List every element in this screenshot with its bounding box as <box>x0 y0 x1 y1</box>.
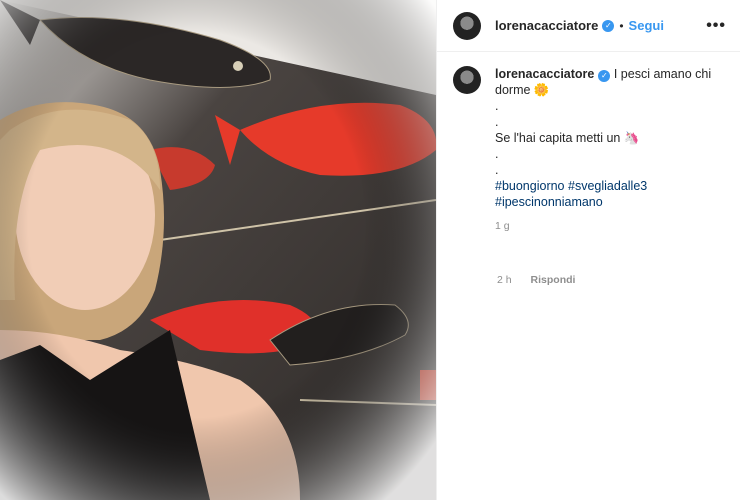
avatar[interactable] <box>453 11 481 40</box>
photo-illustration <box>0 0 436 500</box>
caption-avatar[interactable] <box>453 66 481 94</box>
verified-badge-icon: ✓ <box>598 70 611 82</box>
hashtag-ipescinonniamano[interactable]: #ipescinonniamano <box>495 195 603 209</box>
post-photo[interactable] <box>0 0 436 500</box>
follow-button[interactable]: Segui <box>629 18 664 33</box>
verified-badge-icon: ✓ <box>602 19 615 32</box>
instagram-post: lorenacacciatore ✓ • Segui ••• lorenacac… <box>0 0 740 500</box>
caption-username[interactable]: lorenacacciatore <box>495 67 594 81</box>
post-sidebar: lorenacacciatore ✓ • Segui ••• lorenacac… <box>436 0 740 500</box>
caption-text-2: dorme <box>495 83 531 97</box>
hashtag-svegliadalle3[interactable]: #svegliadalle3 <box>568 179 647 193</box>
separator-dot: • <box>619 18 624 33</box>
caption-text-3: Se l'hai capita metti un <box>495 131 621 145</box>
flower-emoji: 🌼 <box>533 83 550 97</box>
comment-timestamp: 2 h <box>497 274 512 286</box>
comment-actions: 2 h Rispondi <box>497 274 591 286</box>
caption-dot-2: . <box>495 115 499 129</box>
caption-dot-3: . <box>495 147 499 161</box>
reply-button[interactable]: Rispondi <box>531 274 576 286</box>
unicorn-emoji: 🦄 <box>623 131 640 145</box>
hashtag-buongiorno[interactable]: #buongiorno <box>495 179 565 193</box>
caption: lorenacacciatore ✓ I pesci amano chi dorm… <box>437 52 740 234</box>
post-header: lorenacacciatore ✓ • Segui ••• <box>437 0 740 52</box>
username[interactable]: lorenacacciatore <box>495 18 598 33</box>
caption-text-1: I pesci amano chi <box>613 67 712 81</box>
caption-timestamp: 1 g <box>495 220 510 232</box>
caption-dot-4: . <box>495 163 499 177</box>
more-options-icon[interactable]: ••• <box>706 17 726 35</box>
caption-dot-1: . <box>495 99 499 113</box>
